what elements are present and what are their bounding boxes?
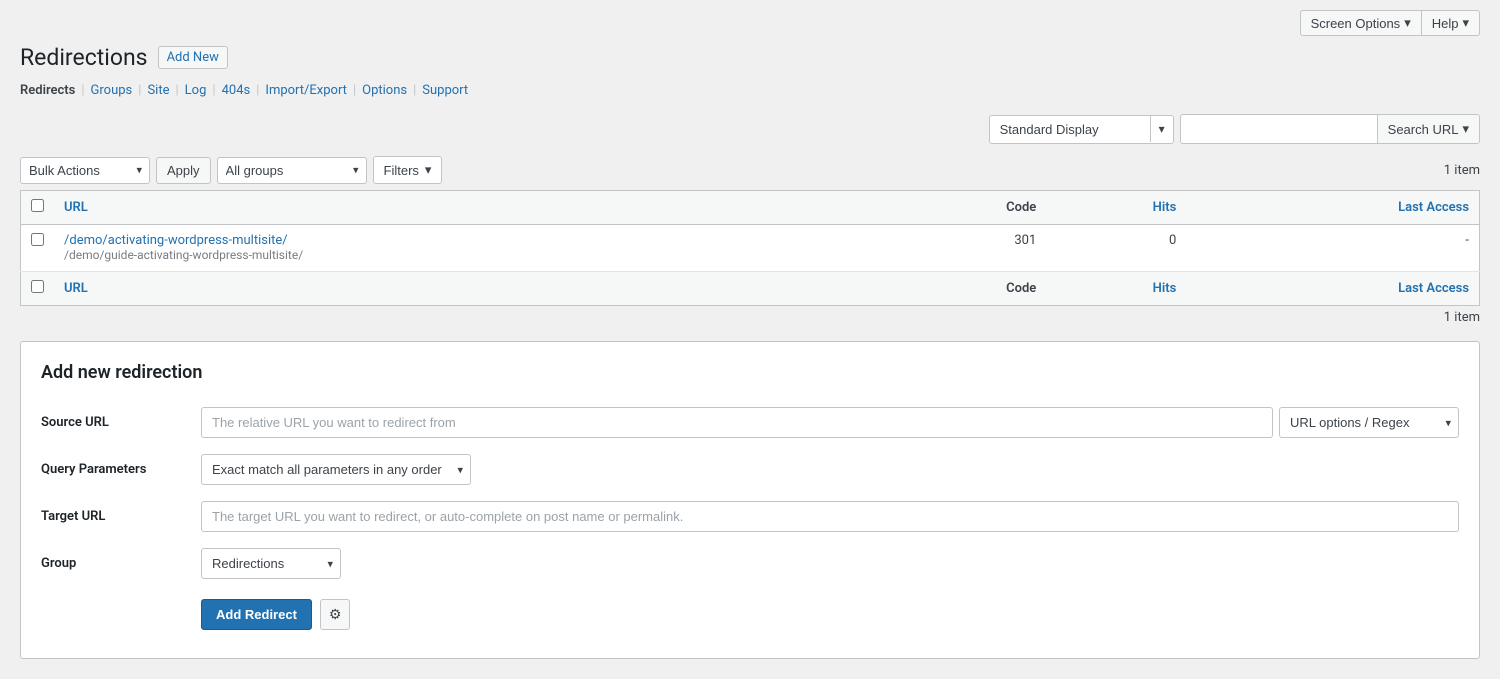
group-select-wrapper: Redirections <box>201 548 341 579</box>
source-url-input[interactable] <box>201 407 1273 438</box>
search-url-input[interactable] <box>1181 116 1377 143</box>
select-all-footer <box>21 272 55 306</box>
col-header-url[interactable]: URL <box>54 191 885 225</box>
all-groups-select[interactable]: All groups Redirections <box>217 157 367 184</box>
nav-link-site[interactable]: Site <box>147 83 169 98</box>
query-params-label: Query Parameters <box>41 446 201 493</box>
query-params-cell: Exact match all parameters in any order … <box>201 446 1459 493</box>
col-footer-code: Code <box>885 272 1046 306</box>
standard-display-wrapper: Standard Display Compact Display ▾ <box>989 115 1174 144</box>
select-all-header <box>21 191 55 225</box>
source-url-cell: URL options / Regex Regex <box>201 399 1459 446</box>
col-footer-last-access[interactable]: Last Access <box>1186 272 1479 306</box>
col-footer-hits[interactable]: Hits <box>1046 272 1186 306</box>
search-url-label: Search URL <box>1388 122 1459 137</box>
select-all-checkbox[interactable] <box>31 199 44 212</box>
add-new-button[interactable]: Add New <box>158 46 228 69</box>
target-url-row: Target URL <box>41 493 1459 540</box>
col-header-code: Code <box>885 191 1046 225</box>
regex-select-wrapper: URL options / Regex Regex <box>1279 407 1459 438</box>
item-count-bottom: 1 item <box>20 310 1480 325</box>
search-url-button[interactable]: Search URL ▾ <box>1377 115 1479 143</box>
group-cell: Redirections <box>201 540 1459 587</box>
row-code-cell: 301 <box>885 225 1046 272</box>
col-header-hits[interactable]: Hits <box>1046 191 1186 225</box>
query-params-row: Query Parameters Exact match all paramet… <box>41 446 1459 493</box>
nav-link-404s[interactable]: 404s <box>222 83 251 98</box>
screen-options-label: Screen Options <box>1311 16 1401 31</box>
group-label: Group <box>41 540 201 587</box>
group-select[interactable]: Redirections <box>201 548 341 579</box>
all-groups-wrapper: All groups Redirections <box>217 157 367 184</box>
page-title: Redirections <box>20 44 148 71</box>
standard-display-select[interactable]: Standard Display Compact Display <box>990 116 1150 143</box>
chevron-down-icon: ▾ <box>1150 116 1173 142</box>
row-url-cell: /demo/activating-wordpress-multisite/ /d… <box>54 225 885 272</box>
bulk-actions-wrapper: Bulk Actions Delete <box>20 157 150 184</box>
target-url-cell <box>201 493 1459 540</box>
target-url-input[interactable] <box>201 501 1459 532</box>
select-all-checkbox-footer[interactable] <box>31 280 44 293</box>
gear-icon: ⚙ <box>329 606 342 623</box>
chevron-down-icon: ▾ <box>425 162 432 178</box>
add-redirect-button[interactable]: Add Redirect <box>201 599 312 630</box>
row-checkbox-cell <box>21 225 55 272</box>
query-params-select[interactable]: Exact match all parameters in any order … <box>201 454 471 485</box>
redirects-table: URL Code Hits Last Access /demo/activati… <box>20 190 1480 306</box>
bulk-actions-select[interactable]: Bulk Actions Delete <box>20 157 150 184</box>
chevron-down-icon: ▾ <box>1462 15 1469 31</box>
chevron-down-icon: ▾ <box>1462 121 1469 137</box>
add-form-table: Source URL URL options / Regex Regex <box>41 399 1459 638</box>
url-options-select[interactable]: URL options / Regex Regex <box>1279 407 1459 438</box>
row-checkbox[interactable] <box>31 233 44 246</box>
nav-link-log[interactable]: Log <box>185 83 207 98</box>
col-header-last-access[interactable]: Last Access <box>1186 191 1479 225</box>
url-target: /demo/guide-activating-wordpress-multisi… <box>64 248 303 262</box>
settings-icon-button[interactable]: ⚙ <box>320 599 351 630</box>
nav-link-options[interactable]: Options <box>362 83 407 98</box>
nav-link-import-export[interactable]: Import/Export <box>265 83 347 98</box>
screen-options-button[interactable]: Screen Options ▾ <box>1300 10 1422 36</box>
chevron-down-icon: ▾ <box>1404 15 1411 31</box>
add-section-title: Add new redirection <box>41 362 1459 383</box>
search-url-wrapper: Search URL ▾ <box>1180 114 1480 144</box>
target-url-label: Target URL <box>41 493 201 540</box>
apply-button[interactable]: Apply <box>156 157 211 184</box>
row-last-access-cell: - <box>1186 225 1479 272</box>
help-button[interactable]: Help ▾ <box>1421 10 1480 36</box>
item-count-top: 1 item <box>1444 163 1480 178</box>
add-redirection-section: Add new redirection Source URL URL optio… <box>20 341 1480 659</box>
query-params-wrapper: Exact match all parameters in any order … <box>201 454 471 485</box>
url-source-link[interactable]: /demo/activating-wordpress-multisite/ <box>64 233 875 248</box>
filters-label: Filters <box>384 163 419 178</box>
nav-link-groups[interactable]: Groups <box>91 83 133 98</box>
help-label: Help <box>1432 16 1459 31</box>
table-row: /demo/activating-wordpress-multisite/ /d… <box>21 225 1480 272</box>
nav-links: Redirects | Groups | Site | Log | 404s |… <box>20 83 1480 98</box>
source-url-label: Source URL <box>41 399 201 446</box>
nav-link-support[interactable]: Support <box>422 83 468 98</box>
group-row: Group Redirections <box>41 540 1459 587</box>
col-footer-url[interactable]: URL <box>54 272 885 306</box>
row-hits-cell: 0 <box>1046 225 1186 272</box>
nav-current: Redirects <box>20 83 75 98</box>
source-url-row: Source URL URL options / Regex Regex <box>41 399 1459 446</box>
filters-button[interactable]: Filters ▾ <box>373 156 443 184</box>
